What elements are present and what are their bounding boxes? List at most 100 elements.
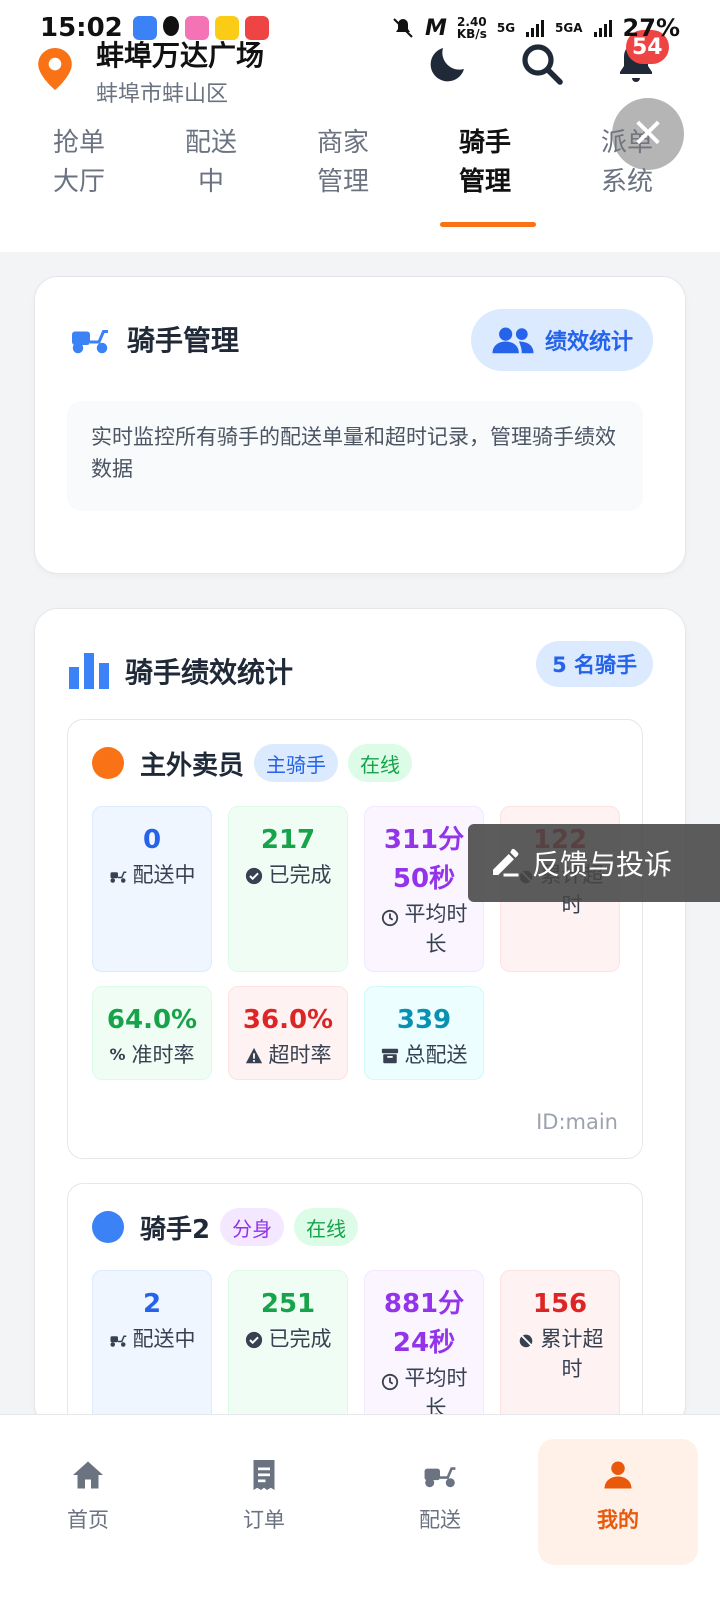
nav-label: 配送 bbox=[419, 1508, 461, 1532]
stat-label-row: 配送中 bbox=[93, 1324, 211, 1354]
clock-icon bbox=[381, 1373, 398, 1391]
nav-orders[interactable]: 订单 bbox=[184, 1439, 344, 1565]
rider-count-badge: 5 名骑手 bbox=[536, 641, 653, 687]
status-tag: 在线 bbox=[348, 744, 413, 782]
stat-value: 2 bbox=[142, 1289, 162, 1319]
stat-value: 64.0% bbox=[106, 1005, 198, 1035]
timer-off-icon bbox=[517, 1332, 534, 1348]
tab-riders[interactable]: 骑手 管理 bbox=[430, 124, 540, 202]
stat-label: 准时率 bbox=[131, 1043, 195, 1067]
stat-label: 超时率 bbox=[268, 1043, 332, 1067]
status-indicators: M 2.40 KB/s 5G 5GA 27% bbox=[391, 14, 680, 42]
stat-value: 251 bbox=[260, 1289, 316, 1319]
card-title: 骑手管理 bbox=[127, 324, 240, 357]
description-box: 实时监控所有骑手的配送单量和超时记录，管理骑手绩效数据 bbox=[67, 401, 643, 511]
location-subtitle: 蚌埠市蚌山区 bbox=[96, 82, 229, 107]
signal-bars-icon bbox=[593, 20, 612, 37]
scooter-icon bbox=[110, 871, 126, 883]
stat-value: 881分 24秒 bbox=[383, 1289, 465, 1358]
stat-label: 配送中 bbox=[132, 863, 196, 887]
tab-grab-orders[interactable]: 抢单 大厅 bbox=[24, 124, 134, 202]
stat-label-row: 总配送 bbox=[365, 1040, 483, 1070]
feedback-button[interactable]: 反馈与投诉 bbox=[468, 824, 720, 902]
check-circle-icon bbox=[245, 1331, 262, 1349]
stat-label-row: 配送中 bbox=[93, 860, 211, 890]
stat-delivering: 2 配送中 bbox=[92, 1270, 212, 1427]
nav-home[interactable]: 首页 bbox=[8, 1439, 168, 1565]
app-notification-icon bbox=[184, 16, 209, 40]
rider-card[interactable]: 主外卖员 主骑手 在线 0 配送中 217 已完成 311分 50秒 平均时 长 bbox=[67, 719, 643, 1159]
rider-management-card: 骑手管理 绩效统计 实时监控所有骑手的配送单量和超时记录，管理骑手绩效数据 bbox=[34, 276, 686, 574]
status-app-icons bbox=[132, 16, 269, 40]
signal-5g: 5G bbox=[496, 21, 516, 35]
stat-delivering: 0 配送中 bbox=[92, 806, 212, 972]
stat-value: 36.0% bbox=[242, 1005, 334, 1035]
stat-label: 配送中 bbox=[132, 1327, 196, 1351]
stat-on-time-rate: 64.0% % 准时率 bbox=[92, 986, 212, 1080]
app-notification-icon bbox=[244, 16, 269, 40]
status-time: 15:02 bbox=[40, 13, 123, 43]
feedback-label: 反馈与投诉 bbox=[532, 848, 673, 881]
tab-delivering[interactable]: 配送 中 bbox=[156, 124, 266, 202]
stat-label-row: 平均时 长 bbox=[365, 899, 483, 959]
rider-header: 骑手2 分身 在线 bbox=[92, 1208, 359, 1246]
stat-value: 0 bbox=[142, 825, 162, 855]
stat-label-row: % 准时率 bbox=[93, 1040, 211, 1070]
app-notification-icon bbox=[132, 16, 157, 40]
close-icon: ✕ bbox=[631, 111, 665, 157]
home-icon bbox=[73, 1461, 103, 1489]
stat-total-deliveries: 339 总配送 bbox=[364, 986, 484, 1080]
stat-value: 217 bbox=[260, 825, 316, 855]
users-icon bbox=[492, 327, 534, 354]
stat-value: 339 bbox=[396, 1005, 452, 1035]
card-header: 骑手绩效统计 bbox=[69, 651, 293, 691]
rider-stats-card: 骑手绩效统计 5 名骑手 主外卖员 主骑手 在线 0 配送中 217 已完成 3… bbox=[34, 608, 686, 1428]
card-header: 骑手管理 bbox=[69, 319, 239, 359]
battery-level: 27% bbox=[622, 14, 680, 42]
rider-avatar-dot bbox=[92, 747, 124, 779]
stat-completed: 217 已完成 bbox=[228, 806, 348, 972]
status-tag: 在线 bbox=[294, 1208, 359, 1246]
stat-label: 已完成 bbox=[268, 863, 332, 887]
performance-stats-label: 绩效统计 bbox=[544, 330, 633, 355]
stat-label-row: 已完成 bbox=[229, 1324, 347, 1354]
percent-icon: % bbox=[109, 1045, 126, 1064]
role-tag: 主骑手 bbox=[254, 744, 339, 782]
nav-label: 订单 bbox=[243, 1508, 285, 1532]
qq-icon bbox=[162, 16, 179, 36]
rider-name: 主外卖员 bbox=[140, 750, 245, 781]
signal-bars-icon bbox=[526, 20, 545, 37]
check-circle-icon bbox=[245, 867, 262, 885]
nav-mine[interactable]: 我的 bbox=[538, 1439, 698, 1565]
stat-timeout-total: 156 累计超 时 bbox=[500, 1270, 620, 1427]
edit-pencil-icon bbox=[493, 848, 519, 877]
stat-label-row: 累计超 时 bbox=[501, 1324, 619, 1384]
warning-icon bbox=[245, 1047, 262, 1064]
nfc-icon: M bbox=[424, 15, 447, 41]
rider-card[interactable]: 骑手2 分身 在线 2 配送中 251 已完成 881分 24秒 平均时 长 1… bbox=[67, 1183, 643, 1427]
net-speed: 2.40 KB/s bbox=[456, 15, 487, 41]
rider-header: 主外卖员 主骑手 在线 bbox=[92, 744, 413, 782]
person-icon bbox=[604, 1461, 632, 1489]
stat-avg-time: 311分 50秒 平均时 长 bbox=[364, 806, 484, 972]
tab-merchants[interactable]: 商家 管理 bbox=[288, 124, 398, 202]
stat-label-row: 已完成 bbox=[229, 860, 347, 890]
app-notification-icon bbox=[214, 16, 239, 40]
close-overlay-button[interactable]: ✕ bbox=[612, 98, 684, 170]
mute-bell-icon bbox=[393, 18, 413, 38]
scooter-icon bbox=[72, 330, 108, 354]
stat-completed: 251 已完成 bbox=[228, 1270, 348, 1427]
performance-stats-button[interactable]: 绩效统计 bbox=[470, 309, 653, 371]
scooter-icon bbox=[424, 1467, 456, 1488]
nav-label: 我的 bbox=[597, 1508, 639, 1532]
stat-label: 已完成 bbox=[268, 1327, 332, 1351]
stat-value: 156 bbox=[532, 1289, 588, 1319]
signal-5ga: 5GA bbox=[555, 21, 583, 35]
stat-value: 311分 50秒 bbox=[383, 825, 465, 894]
role-tag: 分身 bbox=[220, 1208, 285, 1246]
stat-avg-time: 881分 24秒 平均时 长 bbox=[364, 1270, 484, 1427]
stat-label-row: 超时率 bbox=[229, 1040, 347, 1070]
card-title: 骑手绩效统计 bbox=[125, 656, 294, 689]
archive-box-icon bbox=[381, 1048, 398, 1064]
nav-delivery[interactable]: 配送 bbox=[360, 1439, 520, 1565]
